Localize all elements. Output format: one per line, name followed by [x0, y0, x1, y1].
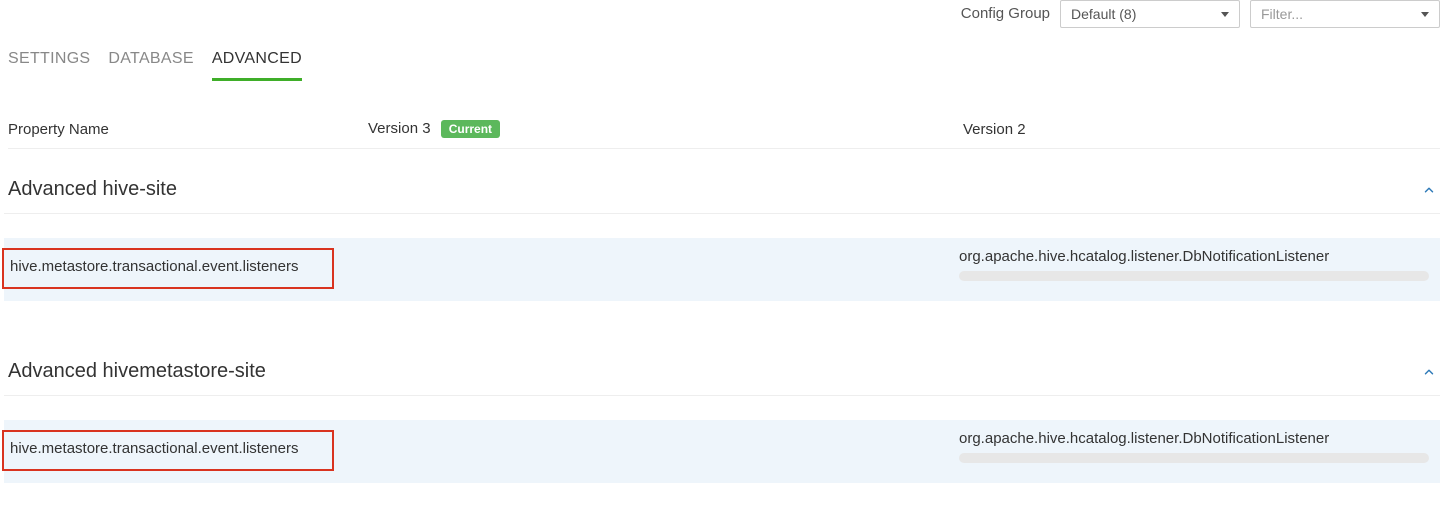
- config-group-label: Config Group: [961, 0, 1050, 28]
- filter-placeholder: Filter...: [1261, 6, 1303, 22]
- config-group-value: Default (8): [1071, 6, 1136, 22]
- property-value-v2-text: org.apache.hive.hcatalog.listener.DbNoti…: [959, 430, 1329, 447]
- property-row: hive.metastore.transactional.event.liste…: [4, 238, 1440, 301]
- section-advanced-hive-site: Advanced hive-site hive.metastore.transa…: [4, 172, 1440, 301]
- tab-database[interactable]: DATABASE: [108, 44, 193, 81]
- property-name: hive.metastore.transactional.event.liste…: [2, 248, 334, 289]
- col-version-prev: Version 2: [963, 121, 1440, 138]
- section-title: Advanced hive-site: [8, 178, 177, 201]
- filter-select[interactable]: Filter...: [1250, 0, 1440, 28]
- tab-advanced[interactable]: ADVANCED: [212, 44, 302, 81]
- current-badge: Current: [441, 120, 500, 138]
- section-header[interactable]: Advanced hive-site: [4, 172, 1440, 214]
- property-row: hive.metastore.transactional.event.liste…: [4, 420, 1440, 483]
- col-version-current-label: Version 3: [368, 120, 431, 137]
- property-value-v2-text: org.apache.hive.hcatalog.listener.DbNoti…: [959, 248, 1329, 265]
- horizontal-scrollbar[interactable]: [959, 453, 1429, 463]
- chevron-up-icon[interactable]: [1422, 365, 1436, 379]
- tab-settings[interactable]: SETTINGS: [8, 44, 90, 81]
- horizontal-scrollbar[interactable]: [959, 271, 1429, 281]
- property-value-v2: org.apache.hive.hcatalog.listener.DbNoti…: [959, 430, 1440, 463]
- section-title: Advanced hivemetastore-site: [8, 360, 266, 383]
- top-controls: Config Group Default (8) Filter...: [961, 0, 1440, 28]
- property-name: hive.metastore.transactional.event.liste…: [2, 430, 334, 471]
- col-property-name: Property Name: [8, 121, 368, 138]
- caret-down-icon: [1221, 12, 1229, 17]
- property-value-v2: org.apache.hive.hcatalog.listener.DbNoti…: [959, 248, 1440, 281]
- col-version-current: Version 3 Current: [368, 120, 963, 138]
- caret-down-icon: [1421, 12, 1429, 17]
- column-headers: Property Name Version 3 Current Version …: [8, 120, 1440, 149]
- section-advanced-hivemetastore-site: Advanced hivemetastore-site hive.metasto…: [4, 354, 1440, 483]
- section-header[interactable]: Advanced hivemetastore-site: [4, 354, 1440, 396]
- tabs: SETTINGS DATABASE ADVANCED: [8, 44, 302, 81]
- chevron-up-icon[interactable]: [1422, 183, 1436, 197]
- config-group-select[interactable]: Default (8): [1060, 0, 1240, 28]
